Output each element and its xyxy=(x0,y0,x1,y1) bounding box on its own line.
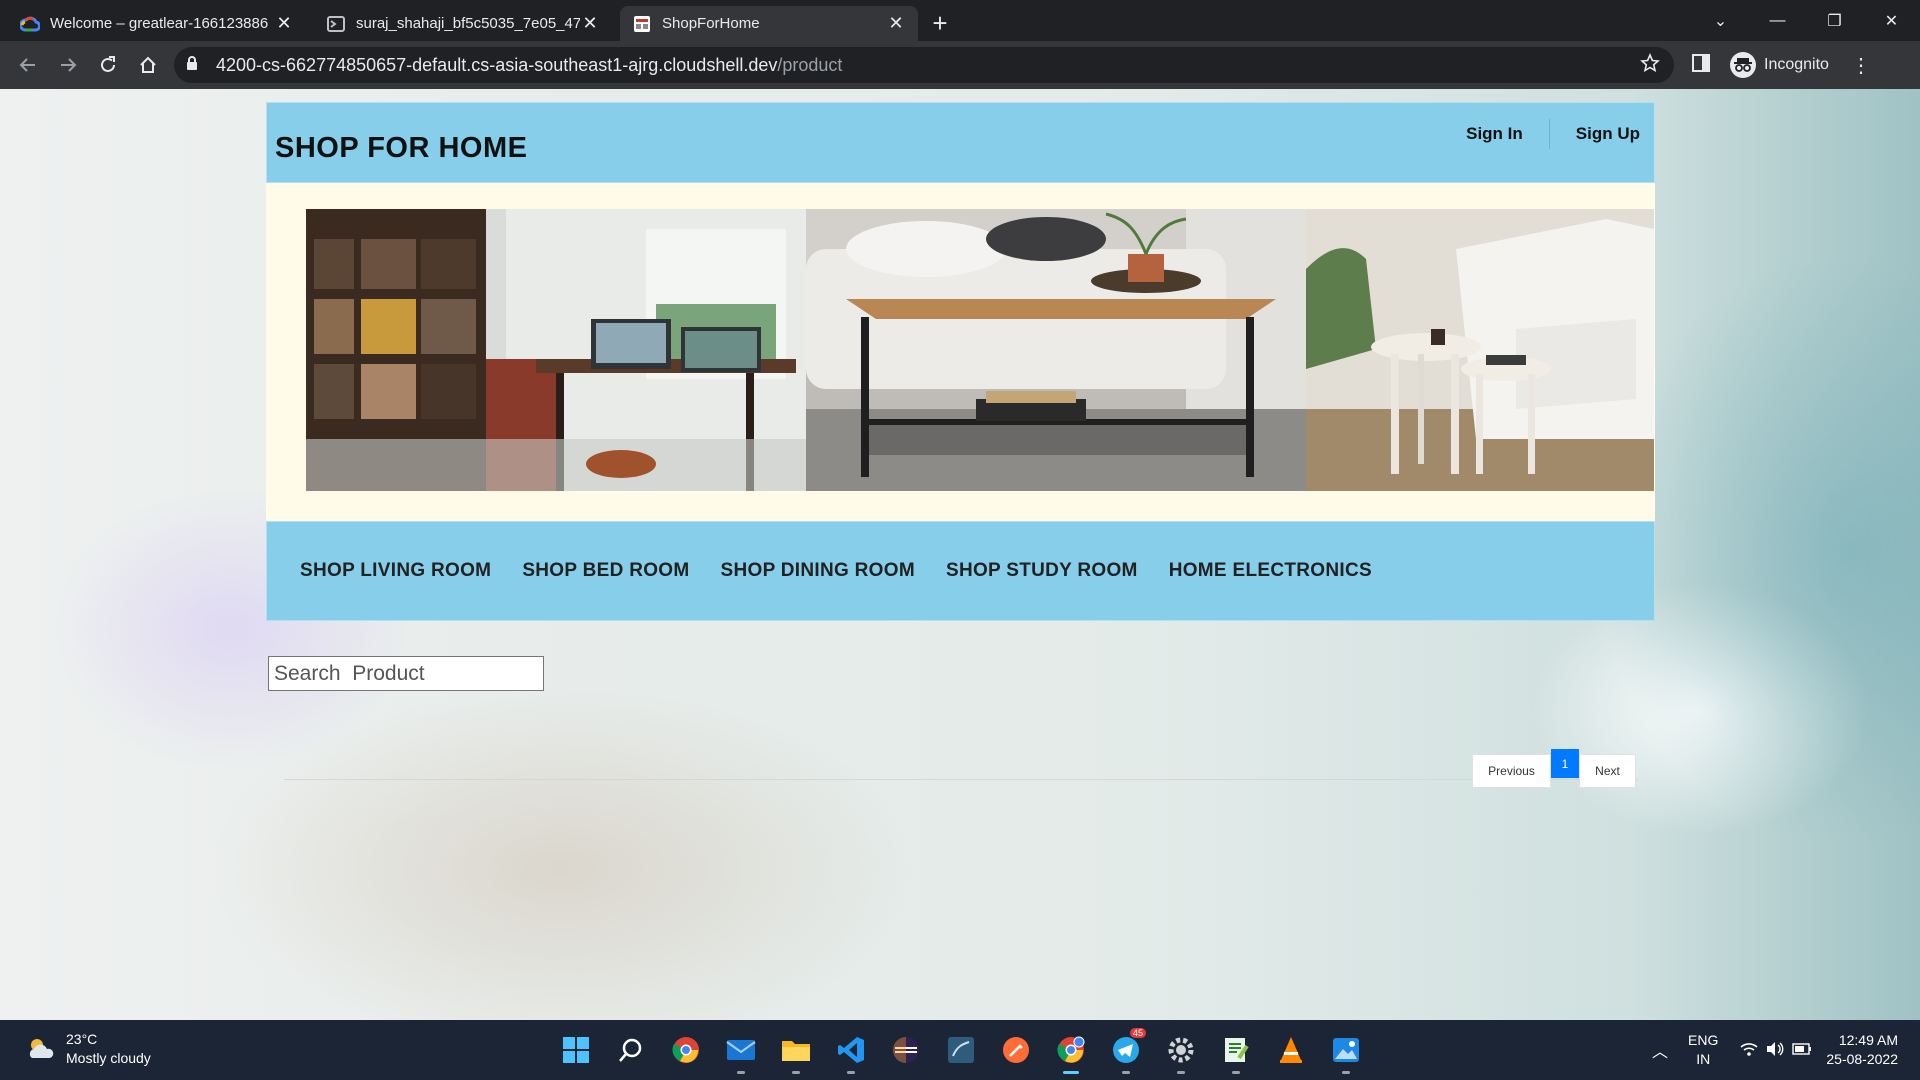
cloudy-weather-icon xyxy=(26,1034,56,1064)
running-indicator xyxy=(792,1071,800,1074)
search-icon[interactable] xyxy=(611,1030,651,1070)
living-room-image xyxy=(806,209,1306,491)
auth-links: Sign In Sign Up xyxy=(1440,94,1640,173)
results-divider xyxy=(284,779,1638,780)
forward-icon[interactable] xyxy=(48,45,88,85)
nav-shop-dining-room[interactable]: SHOP DINING ROOM xyxy=(721,560,915,582)
browser-tab-strip: Welcome – greatlear-166123886 ✕ suraj_sh… xyxy=(0,0,1920,41)
settings-gear-icon[interactable] xyxy=(1161,1030,1201,1074)
brand-title[interactable]: SHOP FOR HOME xyxy=(275,132,528,165)
new-tab-button[interactable]: + xyxy=(922,6,958,41)
nav-shop-bed-room[interactable]: SHOP BED ROOM xyxy=(522,560,689,582)
back-icon[interactable] xyxy=(8,45,48,85)
weather-widget[interactable]: 23°C Mostly cloudy xyxy=(26,1030,151,1068)
close-tab-icon[interactable]: ✕ xyxy=(274,13,294,34)
search-product-input[interactable] xyxy=(268,656,544,691)
vlc-icon[interactable] xyxy=(1271,1030,1311,1070)
browser-tab-2[interactable]: suraj_shahaji_bf5c5035_7e05_470 ✕ xyxy=(314,6,612,41)
armchair-image xyxy=(1306,209,1654,491)
clock-date: 25-08-2022 xyxy=(1826,1051,1898,1067)
incognito-icon xyxy=(1730,52,1756,78)
active-indicator xyxy=(1063,1071,1079,1074)
address-bar[interactable]: 4200-cs-662774850657-default.cs-asia-sou… xyxy=(174,47,1674,83)
vscode-icon[interactable] xyxy=(831,1030,871,1074)
weather-condition: Mostly cloudy xyxy=(66,1050,151,1066)
running-indicator xyxy=(1232,1071,1240,1074)
clock-time: 12:49 AM xyxy=(1838,1032,1898,1048)
page-container: SHOP FOR HOME Sign In Sign Up SHOP LIVIN… xyxy=(266,102,1655,621)
page-1-button[interactable]: 1 xyxy=(1551,749,1579,778)
sign-up-link[interactable]: Sign Up xyxy=(1550,124,1640,144)
tab-search-icon[interactable]: ⌄ xyxy=(1692,0,1749,41)
lock-icon xyxy=(186,55,204,76)
wifi-icon[interactable] xyxy=(1740,1041,1758,1060)
terminal-icon xyxy=(326,14,346,34)
next-page-button[interactable]: Next xyxy=(1579,754,1636,788)
browser-toolbar: 4200-cs-662774850657-default.cs-asia-sou… xyxy=(0,41,1920,89)
start-icon[interactable] xyxy=(556,1030,596,1070)
page-favicon-icon xyxy=(632,14,652,34)
running-indicator xyxy=(737,1071,745,1074)
home-icon[interactable] xyxy=(128,45,168,85)
tab-title: ShopForHome xyxy=(662,15,760,32)
mysql-workbench-icon[interactable] xyxy=(941,1030,981,1070)
banner-image-strip xyxy=(306,209,1655,491)
temperature: 23°C xyxy=(66,1031,98,1047)
system-tray: ︿ ENG IN 12:49 AM 25-08-2022 xyxy=(1652,1020,1920,1080)
notification-badge: 45 xyxy=(1129,1028,1146,1038)
tab-title: suraj_shahaji_bf5c5035_7e05_470 xyxy=(356,15,580,32)
photos-icon[interactable] xyxy=(1326,1030,1366,1074)
page-viewport: SHOP FOR HOME Sign In Sign Up SHOP LIVIN… xyxy=(0,89,1920,1020)
file-explorer-icon[interactable] xyxy=(776,1030,816,1074)
pagination: Previous 1 Next xyxy=(1472,749,1636,788)
running-indicator xyxy=(1122,1071,1130,1074)
url-path: /product xyxy=(777,54,843,75)
chrome-icon[interactable] xyxy=(666,1030,706,1070)
restore-icon[interactable]: ❐ xyxy=(1806,0,1863,41)
profile-label: Incognito xyxy=(1764,56,1829,73)
url-host: 4200-cs-662774850657-default.cs-asia-sou… xyxy=(216,54,778,75)
incognito-profile[interactable]: Incognito xyxy=(1730,52,1829,78)
window-controls: ⌄ — ❐ ✕ xyxy=(1692,0,1920,41)
study-room-image xyxy=(306,209,806,491)
system-clock[interactable]: 12:49 AM 25-08-2022 xyxy=(1826,1031,1898,1069)
running-indicator xyxy=(1342,1071,1350,1074)
category-nav: SHOP LIVING ROOM SHOP BED ROOM SHOP DINI… xyxy=(266,521,1655,621)
battery-icon[interactable] xyxy=(1792,1042,1812,1059)
language-code: ENG xyxy=(1688,1032,1719,1048)
google-cloud-icon xyxy=(20,14,40,34)
taskbar-apps: 45 xyxy=(556,1028,1381,1074)
side-panel-icon[interactable] xyxy=(1692,53,1710,77)
hero-banner xyxy=(266,183,1655,521)
browser-tab-3[interactable]: ShopForHome ✕ xyxy=(620,6,918,41)
language-indicator[interactable]: ENG IN xyxy=(1688,1031,1718,1069)
browser-tab-1[interactable]: Welcome – greatlear-166123886 ✕ xyxy=(8,6,306,41)
region-code: IN xyxy=(1696,1051,1711,1067)
nav-shop-living-room[interactable]: SHOP LIVING ROOM xyxy=(300,560,491,582)
mail-icon[interactable] xyxy=(721,1030,761,1074)
close-tab-icon[interactable]: ✕ xyxy=(580,13,600,34)
sign-in-link[interactable]: Sign In xyxy=(1440,124,1549,144)
close-tab-icon[interactable]: ✕ xyxy=(886,13,906,34)
tab-title: Welcome – greatlear-166123886 xyxy=(50,15,269,32)
windows-taskbar: 23°C Mostly cloudy 45 ︿ ENG IN 12:49 AM … xyxy=(0,1020,1920,1080)
running-indicator xyxy=(1177,1071,1185,1074)
notepad-plus-icon[interactable] xyxy=(1216,1030,1256,1074)
nav-shop-study-room[interactable]: SHOP STUDY ROOM xyxy=(946,560,1138,582)
bookmark-star-icon[interactable] xyxy=(1640,52,1662,78)
telegram-icon[interactable]: 45 xyxy=(1106,1028,1146,1074)
site-header: SHOP FOR HOME Sign In Sign Up xyxy=(266,102,1655,183)
browser-menu-icon[interactable]: ⋮ xyxy=(1851,53,1871,78)
running-indicator xyxy=(847,1071,855,1074)
nav-home-electronics[interactable]: HOME ELECTRONICS xyxy=(1169,560,1372,582)
show-hidden-icons-icon[interactable]: ︿ xyxy=(1652,1038,1668,1062)
reload-icon[interactable] xyxy=(88,45,128,85)
postman-icon[interactable] xyxy=(996,1030,1036,1070)
volume-icon[interactable] xyxy=(1766,1041,1784,1060)
close-window-icon[interactable]: ✕ xyxy=(1863,0,1920,41)
minimize-icon[interactable]: — xyxy=(1749,0,1806,41)
eclipse-icon[interactable] xyxy=(886,1030,926,1070)
previous-page-button[interactable]: Previous xyxy=(1472,754,1551,788)
chrome-active-icon[interactable] xyxy=(1051,1030,1091,1074)
